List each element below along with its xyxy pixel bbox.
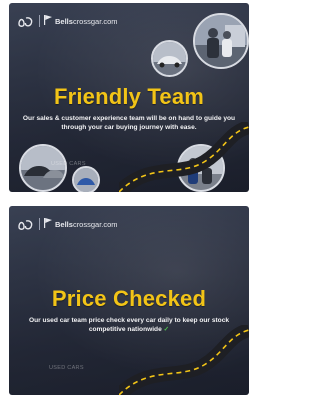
flag-icon [44,215,52,233]
brand-wordmark: Bellscrossgar.com [55,16,118,26]
headline-price-checked: Price Checked [51,286,207,311]
used-cars-watermark: USED CARS [51,161,86,167]
headline-friendly-team: Friendly Team [53,84,205,109]
logo-divider [39,218,40,230]
bells-logo-icon [17,14,35,28]
flag-icon [44,12,52,30]
winding-road-graphic [119,325,249,395]
bells-logo-icon [17,217,35,231]
friendly-team-card[interactable]: Bellscrossgar.com Friendly Team Our sale… [9,3,249,192]
logo-divider [39,15,40,27]
showroom-car-photo-small [151,40,188,77]
team-photo-large [193,13,249,69]
brand-wordmark: Bellscrossgar.com [55,219,118,229]
brand-logo: Bellscrossgar.com [17,216,118,232]
used-cars-watermark: USED CARS [49,365,84,371]
price-checked-card[interactable]: Bellscrossgar.com Price Checked Our used… [9,206,249,395]
winding-road-graphic [119,122,249,192]
cars-forecourt-photo [19,144,67,192]
blue-car-photo [72,166,100,192]
brand-logo: Bellscrossgar.com [17,13,118,29]
